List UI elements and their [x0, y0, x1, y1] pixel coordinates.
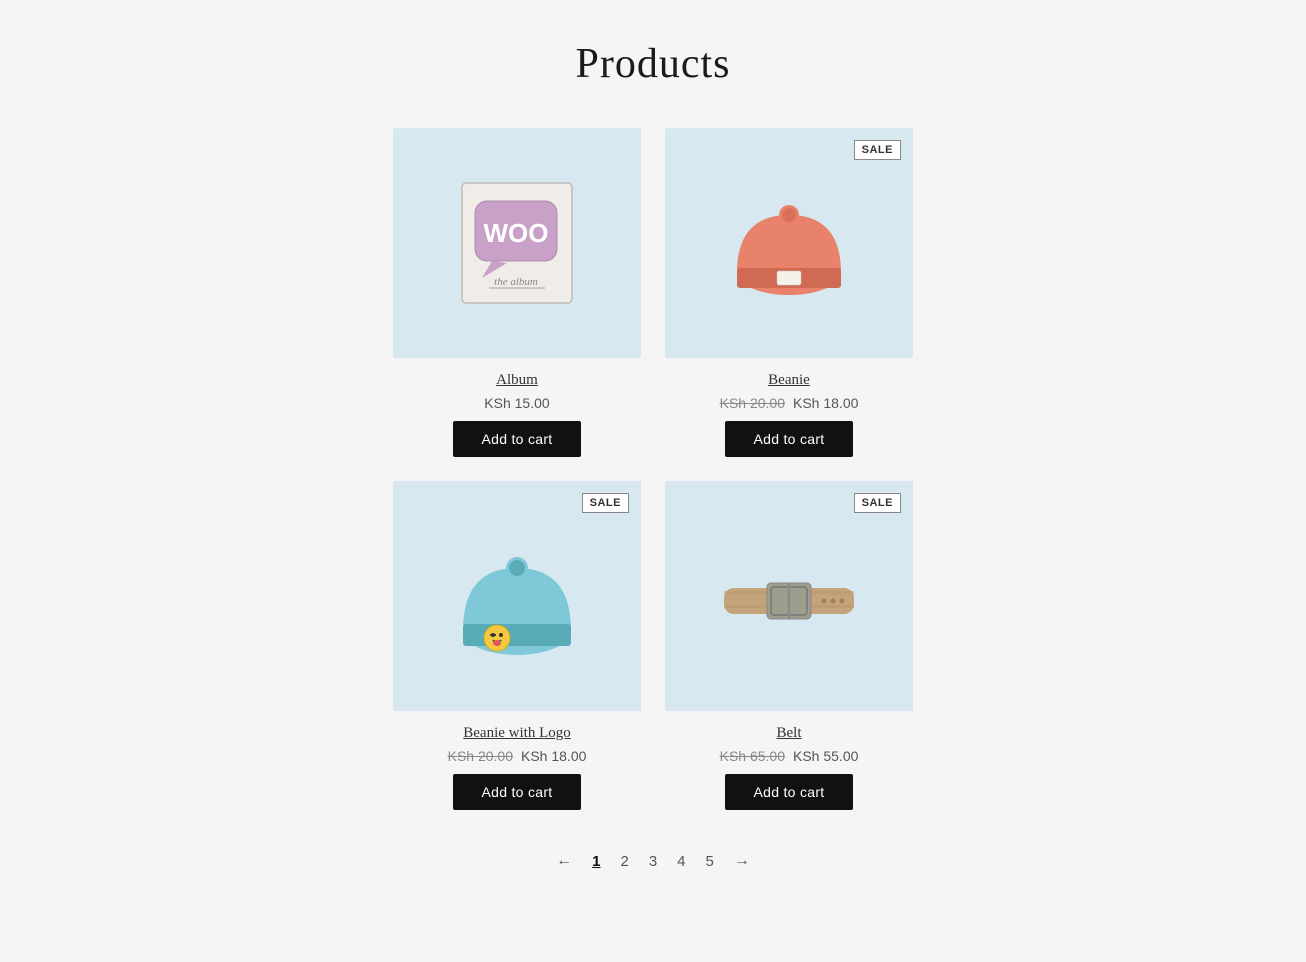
price-original-beanie: KSh 20.00 — [720, 395, 785, 411]
svg-text:the album: the album — [494, 276, 538, 288]
product-price-belt: KSh 65.00 KSh 55.00 — [720, 748, 859, 764]
pagination: ← 1 2 3 4 5 → — [20, 850, 1286, 872]
sale-badge-beanie: SALE — [854, 140, 901, 160]
product-card-album: WOO the album Album KSh 15.00 Add to car… — [393, 128, 641, 457]
product-card-beanie: SALE Beanie KSh 20.00 — [665, 128, 913, 457]
album-illustration: WOO the album — [437, 163, 597, 323]
beanie-illustration — [709, 163, 869, 323]
price-original-belt: KSh 65.00 — [720, 748, 785, 764]
product-image-belt: SALE — [665, 481, 913, 711]
product-card-beanie-logo: SALE — [393, 481, 641, 810]
pagination-page-2[interactable]: 2 — [614, 851, 634, 872]
products-grid: WOO the album Album KSh 15.00 Add to car… — [393, 128, 913, 810]
add-to-cart-beanie-logo[interactable]: Add to cart — [453, 774, 580, 810]
add-to-cart-album[interactable]: Add to cart — [453, 421, 580, 457]
pagination-page-5[interactable]: 5 — [700, 851, 720, 872]
belt-illustration — [709, 516, 869, 676]
page-title: Products — [20, 40, 1286, 88]
product-card-belt: SALE B — [665, 481, 913, 810]
pagination-page-1[interactable]: 1 — [586, 851, 606, 872]
product-name-belt[interactable]: Belt — [777, 725, 802, 742]
product-name-beanie[interactable]: Beanie — [768, 372, 810, 389]
price-sale-beanie: KSh 18.00 — [793, 395, 858, 411]
pagination-next[interactable]: → — [728, 850, 756, 872]
pagination-prev[interactable]: ← — [550, 850, 578, 872]
pagination-page-3[interactable]: 3 — [643, 851, 663, 872]
pagination-page-4[interactable]: 4 — [671, 851, 691, 872]
product-name-album[interactable]: Album — [496, 372, 538, 389]
product-price-beanie-logo: KSh 20.00 KSh 18.00 — [448, 748, 587, 764]
beanie-logo-illustration — [437, 516, 597, 676]
sale-badge-beanie-logo: SALE — [582, 493, 629, 513]
add-to-cart-belt[interactable]: Add to cart — [725, 774, 852, 810]
product-image-beanie-logo: SALE — [393, 481, 641, 711]
product-price-beanie: KSh 20.00 KSh 18.00 — [720, 395, 859, 411]
product-name-beanie-logo[interactable]: Beanie with Logo — [463, 725, 570, 742]
svg-text:WOO: WOO — [484, 218, 549, 248]
price-original-beanie-logo: KSh 20.00 — [448, 748, 513, 764]
add-to-cart-beanie[interactable]: Add to cart — [725, 421, 852, 457]
price-sale-beanie-logo: KSh 18.00 — [521, 748, 586, 764]
product-image-beanie: SALE — [665, 128, 913, 358]
page-wrapper: Products WOO the album — [0, 0, 1306, 932]
product-image-album: WOO the album — [393, 128, 641, 358]
price-sale-belt: KSh 55.00 — [793, 748, 858, 764]
sale-badge-belt: SALE — [854, 493, 901, 513]
product-price-album: KSh 15.00 — [484, 395, 549, 411]
price-regular-album: KSh 15.00 — [484, 395, 549, 411]
